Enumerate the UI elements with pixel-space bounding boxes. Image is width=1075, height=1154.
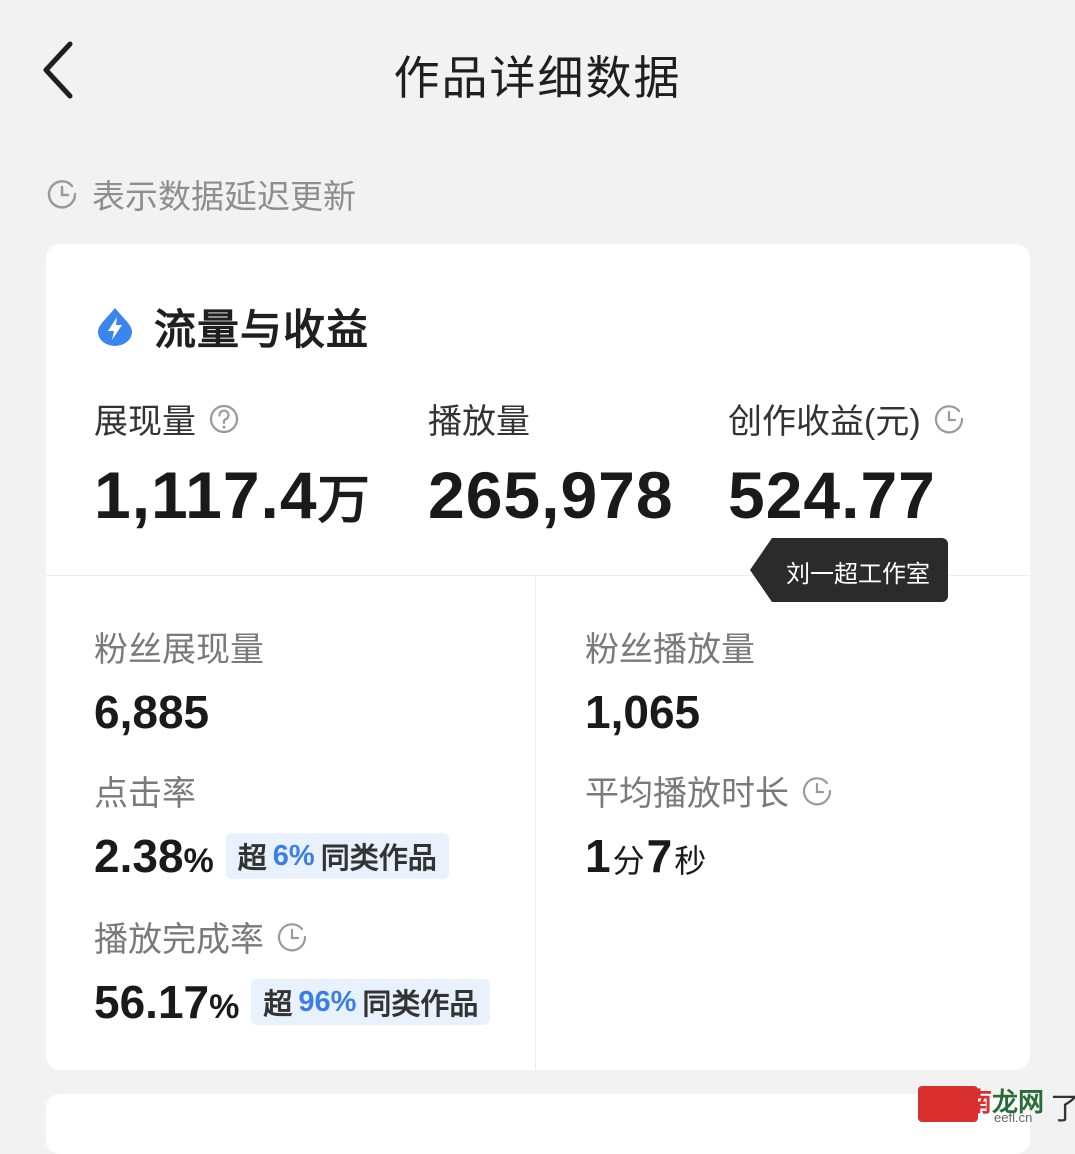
page-title: 作品详细数据 <box>393 52 682 104</box>
plays-label: 播放量 <box>428 403 530 441</box>
section-title: 流量与收益 <box>154 305 370 353</box>
badge-prefix: 超 <box>263 989 293 1021</box>
fan-plays-label: 粉丝播放量 <box>585 631 755 669</box>
click-rate-label: 点击率 <box>94 775 196 813</box>
click-rate-suffix: % <box>183 842 214 880</box>
top-bar: 作品详细数据 <box>0 0 1075 140</box>
metric-plays[interactable]: 播放量 265,978 <box>428 394 674 533</box>
peer-comparison-badge: 超 96% 同类作品 <box>251 979 491 1025</box>
impressions-label: 展现量 <box>94 403 196 441</box>
watermark-glyph: 了 <box>1050 1093 1075 1126</box>
metric-impressions[interactable]: 展现量 1,117.4万 <box>94 394 371 533</box>
fan-impressions-label: 粉丝展现量 <box>94 631 264 669</box>
fan-plays: 粉丝播放量 1,065 <box>585 622 755 739</box>
avg-duration-seconds: 7 <box>646 830 673 882</box>
avg-duration-sec-unit: 秒 <box>674 843 707 879</box>
watermark-domain: eefl.cn <box>994 1110 1033 1125</box>
badge-suffix: 同类作品 <box>362 989 479 1021</box>
delay-notice: 表示数据延迟更新 <box>46 172 356 216</box>
traffic-revenue-card: 流量与收益 展现量 1,117.4万 播放量 265,978 创作收益(元) 5… <box>46 244 1030 1070</box>
revenue-value: 524.77 <box>728 458 936 532</box>
completion-rate-label: 播放完成率 <box>94 921 264 959</box>
avg-play-duration: 平均播放时长 1 分 7 秒 <box>585 766 833 883</box>
divider <box>535 575 536 1070</box>
click-rate-value: 2.38 <box>94 830 184 882</box>
clock-icon <box>934 404 963 433</box>
avg-duration-min-unit: 分 <box>612 843 645 879</box>
badge-suffix: 同类作品 <box>320 843 437 875</box>
plays-value: 265,978 <box>428 458 674 532</box>
help-circle-icon[interactable] <box>208 403 240 435</box>
completion-rate: 播放完成率 56.17% 超 96% 同类作品 <box>94 912 491 1029</box>
fan-impressions-value: 6,885 <box>94 686 210 738</box>
completion-rate-suffix: % <box>209 988 240 1026</box>
click-rate: 点击率 2.38% 超 6% 同类作品 <box>94 766 449 883</box>
impressions-value: 1,117.4 <box>94 458 318 532</box>
watermark-logo: 云南龙网 eefl.cn 了 <box>918 1082 1075 1126</box>
clock-icon <box>802 776 832 805</box>
fan-plays-value: 1,065 <box>585 686 701 738</box>
avg-duration-label: 平均播放时长 <box>585 775 789 813</box>
badge-prefix: 超 <box>237 843 267 875</box>
section-header: 流量与收益 <box>94 298 369 354</box>
metric-revenue[interactable]: 创作收益(元) 524.77 <box>728 394 965 533</box>
watermark-brand-a: 云南 <box>940 1087 993 1117</box>
avg-duration-minutes: 1 <box>585 830 611 882</box>
next-card <box>46 1094 1030 1154</box>
peer-comparison-badge: 超 6% 同类作品 <box>225 833 449 879</box>
impressions-unit: 万 <box>317 472 371 530</box>
clock-icon <box>277 922 307 951</box>
badge-value: 6% <box>272 839 315 872</box>
badge-value: 96% <box>298 985 357 1018</box>
water-drop-bolt-icon <box>98 308 132 346</box>
fan-impressions: 粉丝展现量 6,885 <box>94 622 264 739</box>
completion-rate-value: 56.17 <box>94 976 210 1028</box>
delay-notice-text: 表示数据延迟更新 <box>92 178 356 215</box>
revenue-label: 创作收益(元) <box>728 403 921 441</box>
clock-icon <box>47 180 77 209</box>
account-tooltip: 刘一超工作室 <box>750 538 948 602</box>
tooltip-text: 刘一超工作室 <box>786 561 930 588</box>
